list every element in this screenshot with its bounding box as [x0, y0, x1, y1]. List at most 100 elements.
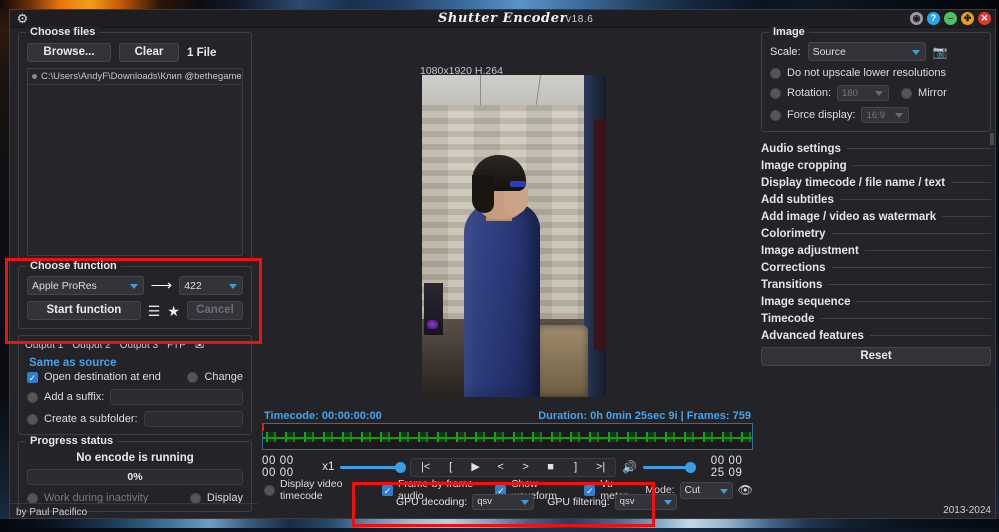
- rotation-select[interactable]: 180: [837, 85, 890, 101]
- open-destination-label: Open destination at end: [44, 371, 161, 383]
- eye-icon[interactable]: 👁: [738, 483, 753, 497]
- tab-output-1[interactable]: Output 1: [25, 340, 63, 351]
- gpu-settings-bar: GPU decoding: qsv GPU filtering: qsv: [388, 492, 688, 512]
- right-panel: Image Scale: Source 📷 Do not upscale low…: [757, 26, 995, 518]
- scrollbar-thumb[interactable]: [990, 133, 994, 145]
- force-display-select[interactable]: 16:9: [861, 107, 910, 123]
- force-display-radio[interactable]: [770, 109, 781, 121]
- section-colorimetry[interactable]: Colorimetry: [761, 225, 991, 242]
- section-transitions[interactable]: Transitions: [761, 276, 991, 293]
- volume-slider-knob[interactable]: [685, 462, 697, 473]
- screenshot-button[interactable]: ◉: [910, 12, 923, 25]
- envelope-icon[interactable]: ✉: [195, 339, 204, 352]
- preview-chair: [536, 325, 588, 397]
- work-inactivity-radio[interactable]: [27, 492, 38, 504]
- chevron-down-icon: [129, 283, 138, 289]
- clear-button[interactable]: Clear: [119, 43, 179, 62]
- gpu-filtering-value: qsv: [619, 496, 635, 507]
- speed-slider-knob[interactable]: [395, 462, 407, 473]
- section-divider: [856, 301, 991, 302]
- gpu-filtering-select[interactable]: qsv: [614, 494, 677, 510]
- section-timecode[interactable]: Timecode: [761, 310, 991, 327]
- start-function-button[interactable]: Start function: [27, 301, 141, 320]
- add-suffix-radio[interactable]: [27, 391, 38, 403]
- section-label: Audio settings: [761, 142, 841, 155]
- section-corrections[interactable]: Corrections: [761, 259, 991, 276]
- hamburger-icon[interactable]: ☰: [148, 304, 161, 318]
- preview-ceiling: [422, 75, 606, 105]
- display-video-timecode-radio[interactable]: [264, 484, 275, 496]
- progress-status-group: Progress status No encode is running 0% …: [18, 435, 252, 512]
- star-icon[interactable]: ★: [167, 304, 180, 318]
- file-list[interactable]: C:\Users\AndyF\Downloads\Клип @bethegame…: [27, 68, 243, 256]
- section-image-adjustment[interactable]: Image adjustment: [761, 242, 991, 259]
- gpu-decoding-select[interactable]: qsv: [472, 494, 535, 510]
- go-to-end-button[interactable]: >|: [588, 459, 613, 476]
- reset-button[interactable]: Reset: [761, 347, 991, 366]
- function-select[interactable]: Apple ProRes: [27, 276, 144, 295]
- timecode-label: Timecode: 00:00:00:00: [264, 410, 382, 422]
- step-back-button[interactable]: <: [488, 459, 513, 476]
- browse-button[interactable]: Browse...: [27, 43, 111, 62]
- stop-button[interactable]: ■: [538, 459, 563, 476]
- go-to-start-button[interactable]: |<: [413, 459, 438, 476]
- file-list-item[interactable]: C:\Users\AndyF\Downloads\Клип @bethegame…: [28, 69, 242, 85]
- section-display-timecode[interactable]: Display timecode / file name / text: [761, 174, 991, 191]
- step-forward-button[interactable]: >: [513, 459, 538, 476]
- force-display-label: Force display:: [787, 109, 856, 121]
- copyright-label: 2013-2024: [943, 505, 991, 516]
- open-destination-checkbox[interactable]: ✓: [27, 371, 38, 383]
- close-button[interactable]: ✕: [978, 12, 991, 25]
- section-add-subtitles[interactable]: Add subtitles: [761, 191, 991, 208]
- play-button[interactable]: ▶: [463, 459, 488, 476]
- help-button[interactable]: ?: [927, 12, 940, 25]
- no-upscale-radio[interactable]: [770, 67, 781, 79]
- title-bar: ⚙ Shutter Encoder v18.6 ◉ ? – ✤ ✕: [10, 10, 995, 28]
- volume-slider[interactable]: [643, 460, 697, 474]
- create-subfolder-input[interactable]: [143, 411, 243, 427]
- section-image-cropping[interactable]: Image cropping: [761, 157, 991, 174]
- display-radio[interactable]: [189, 492, 201, 504]
- mark-out-button[interactable]: ]: [563, 459, 588, 476]
- preview-speaker: [424, 283, 443, 335]
- section-label: Image sequence: [761, 295, 851, 308]
- add-suffix-input[interactable]: [110, 389, 243, 405]
- speaker-icon[interactable]: 🔊: [622, 460, 637, 474]
- tab-ftp[interactable]: FTP: [167, 340, 186, 351]
- mirror-radio[interactable]: [901, 87, 913, 99]
- section-add-watermark[interactable]: Add image / video as watermark: [761, 208, 991, 225]
- profile-select[interactable]: 422: [179, 276, 243, 295]
- mark-in-button[interactable]: [: [438, 459, 463, 476]
- tab-output-2[interactable]: Output 2: [72, 340, 110, 351]
- tab-output-3[interactable]: Output 3: [120, 340, 158, 351]
- maximize-button[interactable]: ✤: [961, 12, 974, 25]
- force-display-row: Force display: 16:9: [770, 107, 982, 123]
- end-timecode: 00 00 25 09: [710, 455, 743, 479]
- app-version: v18.6: [566, 14, 594, 25]
- left-panel: Choose files Browse... Clear 1 File C:\U…: [10, 26, 258, 518]
- section-divider: [839, 199, 991, 200]
- minimize-button[interactable]: –: [944, 12, 957, 25]
- section-audio-settings[interactable]: Audio settings: [761, 140, 991, 157]
- camera-icon[interactable]: 📷: [933, 45, 948, 59]
- cancel-button[interactable]: Cancel: [186, 301, 243, 320]
- image-group: Image Scale: Source 📷 Do not upscale low…: [761, 26, 991, 132]
- playhead-marker[interactable]: [262, 423, 264, 431]
- section-advanced-features[interactable]: Advanced features: [761, 327, 991, 344]
- audio-waveform[interactable]: [262, 423, 753, 450]
- create-subfolder-radio[interactable]: [27, 413, 38, 425]
- speed-slider[interactable]: [340, 460, 407, 474]
- gpu-decoding-label: GPU decoding:: [396, 496, 468, 508]
- change-radio[interactable]: [187, 371, 199, 383]
- scale-select[interactable]: Source: [807, 42, 926, 61]
- section-divider: [869, 335, 991, 336]
- section-image-sequence[interactable]: Image sequence: [761, 293, 991, 310]
- gpu-filtering-label: GPU filtering:: [547, 496, 610, 508]
- section-label: Image adjustment: [761, 244, 859, 257]
- transport-button-group: |< [ ▶ < > ■ ] >|: [410, 457, 617, 477]
- video-preview[interactable]: [422, 75, 606, 397]
- preview-right-accent: [594, 120, 606, 350]
- rotation-radio[interactable]: [770, 87, 781, 99]
- preview-ceiling-line: [480, 75, 481, 105]
- settings-section-list: Audio settings Image cropping Display ti…: [761, 140, 991, 344]
